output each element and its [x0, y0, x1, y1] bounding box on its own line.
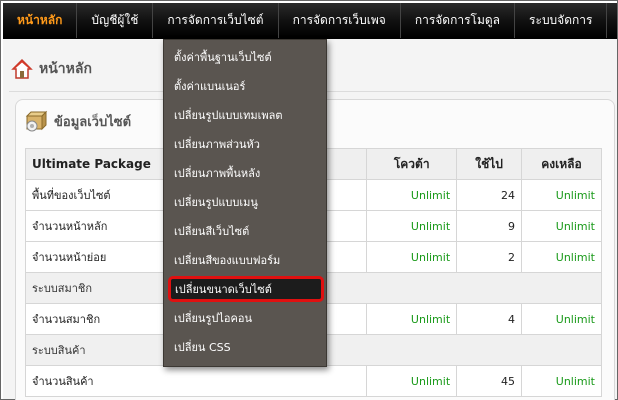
header-used: ใช้ไป	[456, 148, 523, 180]
nav-item-website-management[interactable]: การจัดการเว็บไซต์	[153, 3, 279, 38]
nav-item-module-management[interactable]: การจัดการโมดูล	[401, 3, 516, 38]
row-used: 45	[456, 365, 523, 397]
row-used: 24	[456, 179, 523, 211]
menu-item-change-header-image[interactable]: เปลี่ยนภาพส่วนหัว	[168, 131, 324, 157]
row-quota: Unlimit	[366, 241, 458, 273]
app-window: หน้าหลัก บัญชีผู้ใช้ การจัดการเว็บไซต์ ก…	[0, 0, 618, 400]
menu-item-change-site-size[interactable]: เปลี่ยนขนาดเว็บไซต์	[168, 276, 324, 302]
nav-item-system-management[interactable]: ระบบจัดการ	[515, 3, 608, 38]
home-icon	[11, 58, 33, 80]
top-nav: หน้าหลัก บัญชีผู้ใช้ การจัดการเว็บไซต์ ก…	[3, 3, 617, 39]
row-quota: Unlimit	[366, 365, 458, 397]
panel-header: ข้อมูลเว็บไซต์	[24, 104, 131, 138]
nav-item-home[interactable]: หน้าหลัก	[3, 3, 78, 38]
row-remaining: Unlimit	[521, 179, 602, 211]
row-used: 2	[456, 241, 523, 273]
menu-item-change-site-color[interactable]: เปลี่ยนสีเว็บไซต์	[168, 218, 324, 244]
menu-item-banner-settings[interactable]: ตั้งค่าแบนเนอร์	[168, 73, 324, 99]
package-box-icon	[24, 109, 48, 133]
menu-item-change-icon[interactable]: เปลี่ยนรูปไอคอน	[168, 305, 324, 331]
menu-item-change-menu-style[interactable]: เปลี่ยนรูปแบบเมนู	[168, 189, 324, 215]
nav-item-webpage-management[interactable]: การจัดการเว็บเพจ	[279, 3, 401, 38]
row-quota: Unlimit	[366, 303, 458, 335]
menu-item-change-background[interactable]: เปลี่ยนภาพพื้นหลัง	[168, 160, 324, 186]
row-quota: Unlimit	[366, 210, 458, 242]
row-label: จำนวนสินค้า	[24, 365, 368, 397]
row-used: 4	[456, 303, 523, 335]
row-remaining: Unlimit	[521, 365, 602, 397]
table-row: จำนวนสินค้า Unlimit 45 Unlimit	[24, 365, 602, 397]
menu-item-change-template[interactable]: เปลี่ยนรูปแบบเทมเพลต	[168, 102, 324, 128]
row-remaining: Unlimit	[521, 241, 602, 273]
page-title: หน้าหลัก	[39, 61, 92, 77]
row-quota: Unlimit	[366, 179, 458, 211]
nav-item-account[interactable]: บัญชีผู้ใช้	[77, 3, 154, 38]
menu-item-change-css[interactable]: เปลี่ยน CSS	[168, 334, 324, 360]
panel-title: ข้อมูลเว็บไซต์	[54, 114, 132, 130]
row-remaining: Unlimit	[521, 210, 602, 242]
menu-item-change-form-color[interactable]: เปลี่ยนสีของแบบฟอร์ม	[168, 247, 324, 273]
website-management-dropdown: ตั้งค่าพื้นฐานเว็บไซต์ ตั้งค่าแบนเนอร์ เ…	[163, 39, 327, 367]
menu-item-basic-settings[interactable]: ตั้งค่าพื้นฐานเว็บไซต์	[168, 44, 324, 70]
page-header: หน้าหลัก	[11, 55, 92, 83]
header-quota: โควต้า	[366, 148, 458, 180]
row-used: 9	[456, 210, 523, 242]
row-remaining: Unlimit	[521, 303, 602, 335]
header-remaining: คงเหลือ	[521, 148, 602, 180]
